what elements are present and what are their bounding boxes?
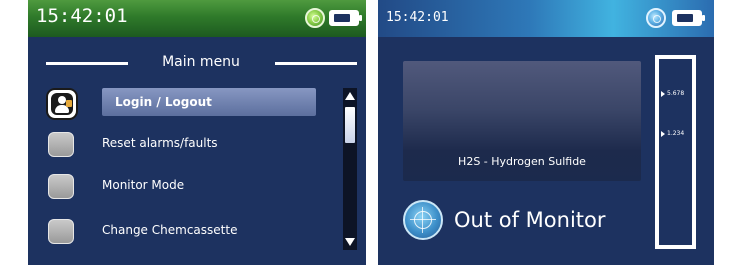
scroll-thumb[interactable] (345, 107, 355, 143)
blank-button-icon (48, 219, 74, 244)
clock: 15:42:01 (36, 5, 128, 27)
status-bar: 15:42:01 (378, 0, 714, 37)
battery-icon (672, 10, 705, 26)
monitor-screen: 15:42:01 H2S - Hydrogen Sulfide 5.678 1.… (378, 0, 714, 265)
blank-button-icon (48, 132, 74, 157)
menu-item-login-logout[interactable]: Login / Logout (44, 88, 319, 120)
monitor-status: Out of Monitor (454, 208, 606, 232)
title-divider-right (275, 62, 357, 65)
blank-button-icon (48, 174, 74, 199)
bar-tick-label: 1.234 (661, 130, 684, 137)
concentration-bar-graph: 5.678 1.234 (655, 55, 696, 249)
clock: 15:42:01 (386, 10, 449, 25)
status-indicator-icon (305, 8, 325, 28)
menu-item-reset-alarms[interactable]: Reset alarms/faults (44, 129, 319, 159)
menu-item-monitor-mode[interactable]: Monitor Mode (44, 171, 319, 201)
status-indicator-icon (646, 8, 666, 28)
menu-item-change-chemcassette[interactable]: Change Chemcassette (44, 216, 319, 246)
menu-scrollbar[interactable] (343, 88, 357, 250)
gas-name: H2S - Hydrogen Sulfide (458, 155, 586, 168)
battery-icon (329, 10, 362, 26)
menu-item-label: Monitor Mode (102, 178, 185, 192)
user-lock-icon (46, 88, 78, 120)
scroll-down-arrow-icon[interactable] (345, 238, 355, 246)
menu-item-label: Login / Logout (115, 95, 212, 109)
menu-item-label: Reset alarms/faults (102, 136, 218, 150)
scroll-up-arrow-icon[interactable] (345, 92, 355, 100)
bar-tick-label: 5.678 (661, 90, 684, 97)
monitor-target-icon (403, 200, 443, 240)
menu-item-label: Change Chemcassette (102, 223, 238, 237)
status-bar: 15:42:01 (28, 0, 366, 37)
main-menu-screen: 15:42:01 Main menu Login / Logout Reset … (28, 0, 366, 265)
